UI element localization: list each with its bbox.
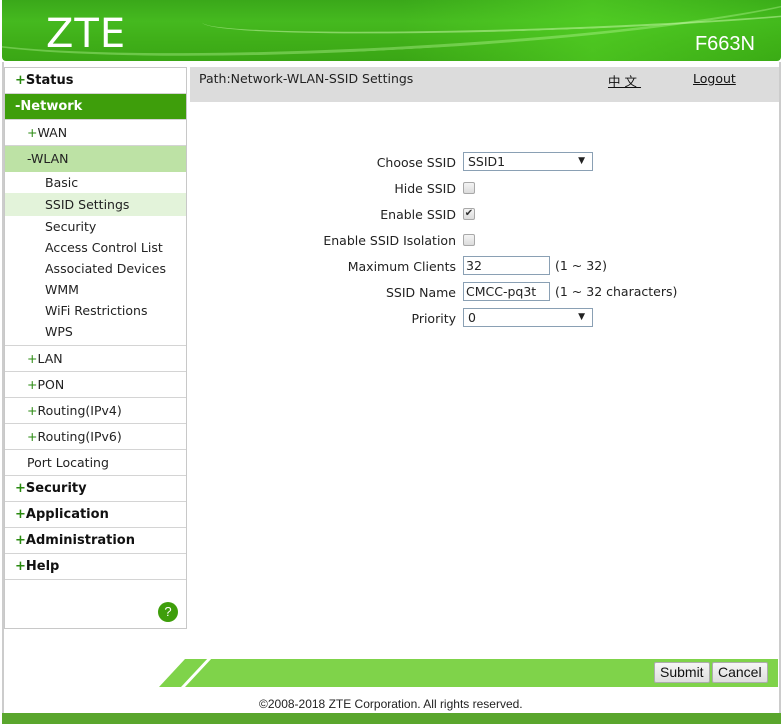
choose-ssid-row: Choose SSID SSID1 ▼ [190, 152, 779, 174]
bottom-bar [2, 713, 781, 724]
ssid-name-label: SSID Name [385, 285, 456, 300]
sidebar-item-label: Network [20, 99, 83, 114]
sidebar-item-routing-ipv4[interactable]: +Routing(IPv4) [5, 398, 186, 424]
sidebar-item-ssid-settings[interactable]: SSID Settings [5, 193, 186, 216]
path-bar: Path:Network-WLAN-SSID Settings 中文 Logou… [190, 67, 779, 102]
sidebar-item-wlan[interactable]: -WLAN [5, 146, 186, 172]
sidebar-item-security[interactable]: +Security [5, 476, 186, 502]
max-clients-hint: (1 ~ 32) [555, 258, 608, 273]
sidebar-item-label: LAN [37, 351, 63, 366]
help-question-icon[interactable]: ? [158, 602, 178, 622]
sidebar-item-access-control-list[interactable]: Access Control List [5, 237, 186, 258]
sidebar-item-status[interactable]: +Status [5, 68, 186, 94]
choose-ssid-select[interactable]: SSID1 ▼ [463, 152, 593, 171]
enable-isolation-label: Enable SSID Isolation [323, 233, 456, 248]
hide-ssid-checkbox[interactable] [463, 182, 475, 194]
sidebar-item-wifi-restrictions[interactable]: WiFi Restrictions [5, 300, 186, 321]
enable-isolation-row: Enable SSID Isolation [190, 230, 779, 252]
sidebar-item-help[interactable]: +Help [5, 554, 186, 580]
sidebar-item-associated-devices[interactable]: Associated Devices [5, 258, 186, 279]
sidebar-menu: +Status -Network +WAN -WLAN Basic SSID S… [4, 67, 187, 629]
sidebar-item-routing-ipv6[interactable]: +Routing(IPv6) [5, 424, 186, 450]
sidebar-item-administration[interactable]: +Administration [5, 528, 186, 554]
max-clients-row: Maximum Clients (1 ~ 32) [190, 256, 779, 278]
zte-logo: ZTE [46, 11, 127, 57]
expand-plus-icon: + [27, 429, 38, 444]
sidebar-item-label: Application [25, 507, 109, 522]
expand-plus-icon: + [15, 481, 26, 496]
sidebar-item-network[interactable]: -Network [5, 94, 186, 120]
expand-plus-icon: + [27, 125, 38, 140]
submit-button[interactable]: Submit [654, 662, 710, 683]
max-clients-label: Maximum Clients [347, 259, 456, 274]
sidebar-item-basic[interactable]: Basic [5, 172, 186, 193]
sidebar-item-wmm[interactable]: WMM [5, 279, 186, 300]
choose-ssid-value: SSID1 [468, 154, 506, 169]
expand-plus-icon: + [15, 533, 26, 548]
sidebar-item-label: Routing(IPv6) [37, 429, 122, 444]
sidebar-item-label: PON [37, 377, 65, 392]
action-bar-notch [159, 659, 185, 687]
action-bar: Submit Cancel [159, 659, 778, 687]
language-switch-link[interactable]: 中文 [608, 71, 641, 90]
action-bar-stripe [181, 659, 212, 687]
sidebar-item-pon[interactable]: +PON [5, 372, 186, 398]
checkmark-icon: ✔ [464, 208, 474, 219]
header-banner: ZTE F663N [2, 0, 781, 61]
sidebar-item-label: WAN [37, 125, 68, 140]
dropdown-arrow-icon: ▼ [578, 312, 585, 322]
sidebar-item-security-wlan[interactable]: Security [5, 216, 186, 237]
expand-plus-icon: + [27, 377, 38, 392]
max-clients-input[interactable] [463, 256, 550, 275]
wlan-submenu: Basic SSID Settings Security Access Cont… [5, 172, 186, 346]
priority-select[interactable]: 0 ▼ [463, 308, 593, 327]
logout-link[interactable]: Logout [693, 71, 736, 86]
expand-plus-icon: + [27, 403, 38, 418]
sidebar-item-wan[interactable]: +WAN [5, 120, 186, 146]
priority-label: Priority [411, 311, 457, 326]
expand-plus-icon: + [15, 507, 26, 522]
sidebar-item-label: Port Locating [27, 455, 109, 470]
priority-row: Priority 0 ▼ [190, 308, 779, 330]
choose-ssid-label: Choose SSID [376, 155, 456, 170]
ssid-name-input[interactable] [463, 282, 550, 301]
dropdown-arrow-icon: ▼ [578, 156, 585, 166]
hide-ssid-row: Hide SSID [190, 178, 779, 200]
sidebar-item-label: Administration [25, 533, 135, 548]
sidebar-item-label: Security [25, 481, 87, 496]
sidebar-item-label: Status [25, 73, 74, 88]
enable-isolation-checkbox[interactable] [463, 234, 475, 246]
sidebar-item-label: WLAN [31, 151, 69, 166]
device-model: F663N [694, 33, 755, 55]
enable-ssid-row: Enable SSID ✔ [190, 204, 779, 226]
ssid-name-hint: (1 ~ 32 characters) [555, 284, 678, 299]
breadcrumb: Path:Network-WLAN-SSID Settings [199, 71, 414, 86]
sidebar-item-label: Help [25, 559, 60, 574]
expand-plus-icon: + [27, 351, 38, 366]
cancel-button[interactable]: Cancel [712, 662, 768, 683]
ssid-name-row: SSID Name (1 ~ 32 characters) [190, 282, 779, 304]
sidebar-item-label: Routing(IPv4) [37, 403, 122, 418]
priority-value: 0 [468, 310, 476, 325]
sidebar-item-port-locating[interactable]: Port Locating [5, 450, 186, 476]
enable-ssid-label: Enable SSID [380, 207, 456, 222]
hide-ssid-label: Hide SSID [394, 181, 456, 196]
sidebar-item-wps[interactable]: WPS [5, 321, 186, 342]
expand-plus-icon: + [15, 559, 26, 574]
sidebar-item-application[interactable]: +Application [5, 502, 186, 528]
copyright-text: ©2008-2018 ZTE Corporation. All rights r… [259, 697, 523, 711]
sidebar-item-lan[interactable]: +LAN [5, 346, 186, 372]
expand-plus-icon: + [15, 73, 26, 88]
enable-ssid-checkbox[interactable]: ✔ [463, 208, 475, 220]
